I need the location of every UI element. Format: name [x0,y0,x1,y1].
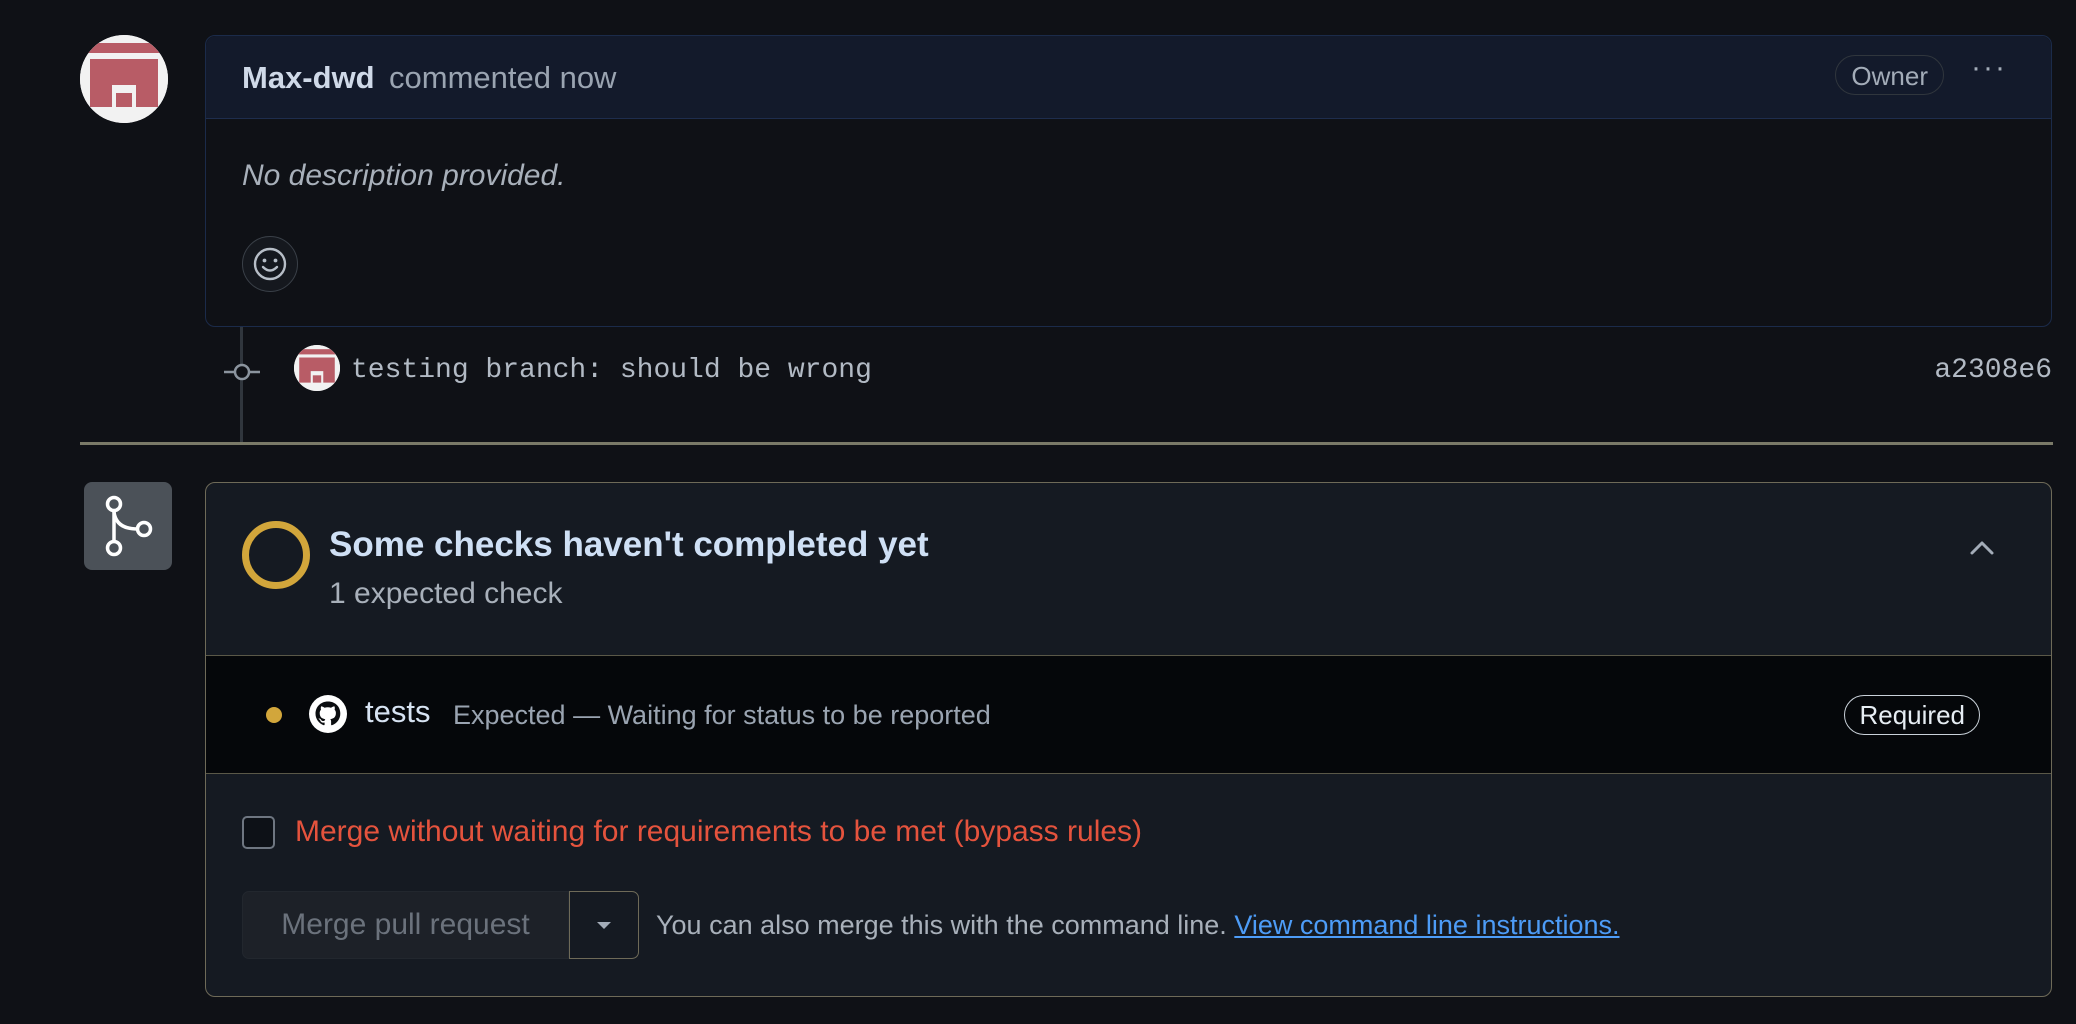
merge-options-dropdown[interactable] [569,891,639,959]
check-description: Expected — Waiting for status to be repo… [453,700,991,730]
smiley-icon [253,247,287,281]
comment-header: Max-dwd commented now Owner ··· [206,36,2051,119]
caret-down-icon [597,922,611,929]
bypass-rules-checkbox[interactable] [242,816,275,849]
pending-circle-icon [242,521,310,589]
commit-message[interactable]: testing branch: should be wrong [351,355,872,386]
check-row[interactable]: tests Expected — Waiting for status to b… [206,655,2051,774]
chevron-up-icon[interactable] [1967,533,1997,563]
bypass-rules-label[interactable]: Merge without waiting for requirements t… [295,815,1142,849]
check-name: tests [365,694,431,729]
merge-checks-panel: Some checks haven't completed yet 1 expe… [205,482,2052,997]
commit-sha[interactable]: a2308e6 [1934,355,2052,386]
git-merge-icon [84,482,172,570]
cli-hint-text: You can also merge this with the command… [656,910,1227,940]
github-icon [309,695,347,733]
commit-icon [224,363,260,381]
command-line-instructions-link[interactable]: View command line instructions. [1234,910,1619,940]
cli-hint: You can also merge this with the command… [656,910,1620,941]
owner-badge: Owner [1835,55,1944,95]
merge-pull-request-button[interactable]: Merge pull request [242,891,569,959]
comment-body: No description provided. [242,159,566,192]
checks-title: Some checks haven't completed yet [329,525,929,564]
kebab-icon[interactable]: ··· [1965,48,2013,96]
comment-timestamp: commented now [389,60,617,95]
commit-author-avatar[interactable] [294,345,340,391]
comment-box: Max-dwd commented now Owner ··· No descr… [205,35,2052,327]
avatar[interactable] [80,35,168,123]
pending-dot-icon [266,707,282,723]
comment-author[interactable]: Max-dwd [242,60,375,96]
add-reaction-button[interactable] [242,236,298,292]
required-badge: Required [1844,695,1980,735]
timeline-divider [80,442,2053,445]
checks-subtitle: 1 expected check [329,577,563,610]
